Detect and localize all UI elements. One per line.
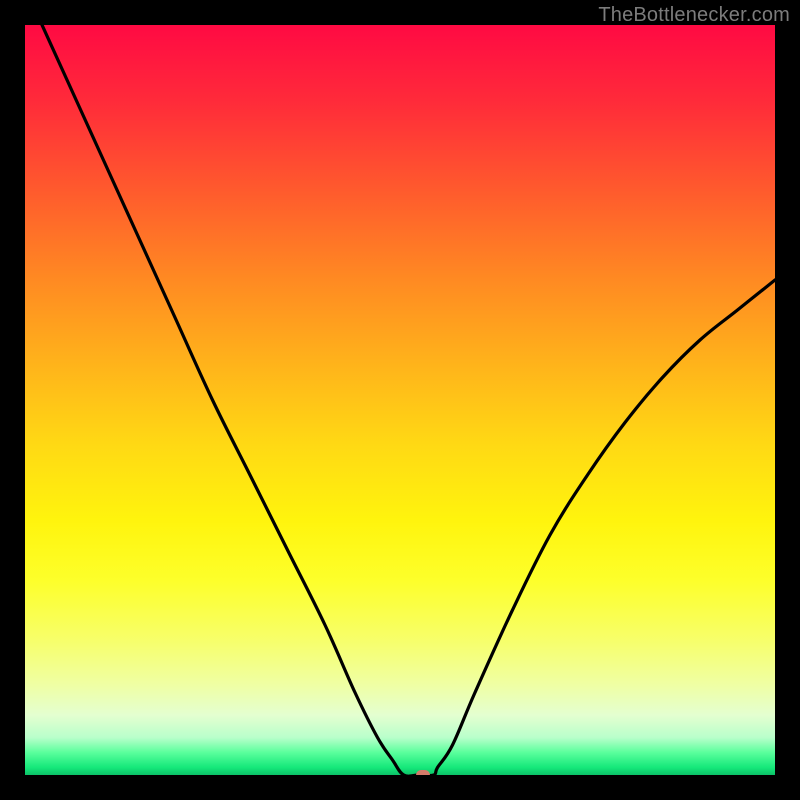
plot-area [25, 25, 775, 775]
watermark-text: TheBottlenecker.com [598, 4, 790, 27]
optimal-point-marker [416, 770, 430, 775]
chart-frame: TheBottlenecker.com [0, 0, 800, 800]
bottleneck-curve [25, 25, 775, 775]
